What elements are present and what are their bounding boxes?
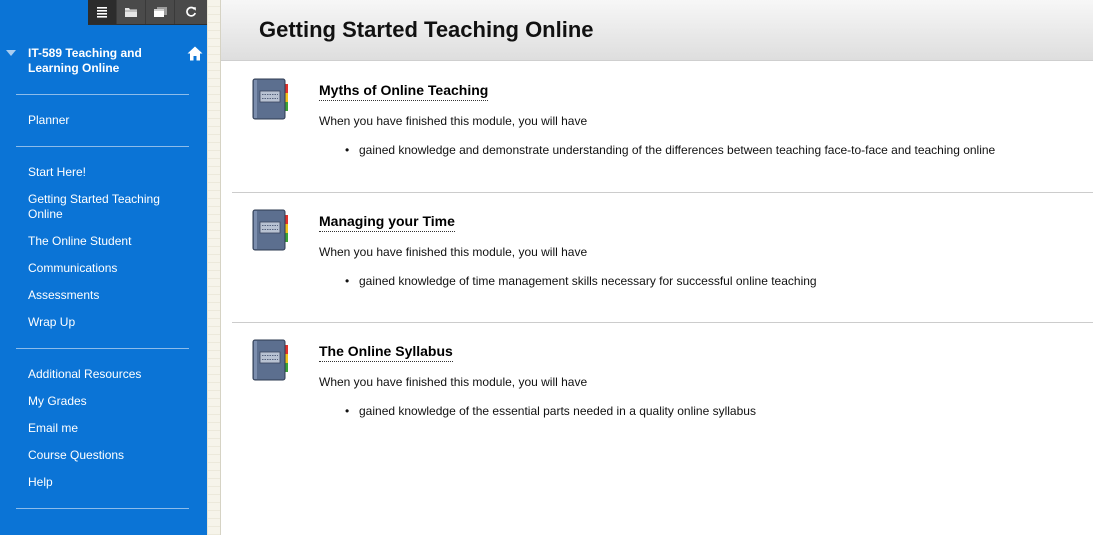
module-objective-text: gained knowledge and demonstrate underst… xyxy=(359,143,996,157)
learning-module-icon xyxy=(252,339,288,381)
module-intro-text: When you have finished this module, you … xyxy=(319,245,588,259)
module-objective-text: gained knowledge of time management skil… xyxy=(359,274,817,288)
folder-view-button[interactable] xyxy=(117,0,146,24)
new-window-button[interactable] xyxy=(146,0,175,24)
menu-item-help[interactable]: Help xyxy=(28,475,193,490)
view-toggle-group xyxy=(88,0,207,25)
new-window-icon xyxy=(153,7,167,17)
menu-item-online-student[interactable]: The Online Student xyxy=(28,234,193,249)
menu-divider xyxy=(16,348,189,349)
module-title-link[interactable]: Managing your Time xyxy=(319,213,455,232)
module-intro-text: When you have finished this module, you … xyxy=(319,375,588,389)
page-title: Getting Started Teaching Online xyxy=(259,17,594,42)
page-header: Getting Started Teaching Online xyxy=(221,0,1093,61)
menu-item-planner[interactable]: Planner xyxy=(28,113,193,128)
menu-item-communications[interactable]: Communications xyxy=(28,261,193,276)
content-area: Getting Started Teaching Online Myths of… xyxy=(221,0,1093,535)
folder-view-icon xyxy=(125,8,137,17)
menu-item-getting-started[interactable]: Getting Started Teaching Online xyxy=(28,192,178,222)
menu-item-start-here[interactable]: Start Here! xyxy=(28,165,193,180)
menu-item-course-questions[interactable]: Course Questions xyxy=(28,448,193,463)
module-intro-text: When you have finished this module, you … xyxy=(319,114,588,128)
menu-divider xyxy=(16,146,189,147)
menu-item-assessments[interactable]: Assessments xyxy=(28,288,193,303)
home-icon[interactable] xyxy=(187,46,203,61)
course-menu-toolbar xyxy=(0,0,207,26)
learning-module-icon xyxy=(252,78,288,120)
menu-item-email-me[interactable]: Email me xyxy=(28,421,193,436)
course-title-row: IT-589 Teaching and Learning Online xyxy=(0,44,207,80)
list-view-button[interactable] xyxy=(88,0,117,24)
menu-divider xyxy=(16,94,189,95)
bullet-icon: • xyxy=(345,143,350,157)
course-title[interactable]: IT-589 Teaching and Learning Online xyxy=(28,46,168,76)
module-title-link[interactable]: Myths of Online Teaching xyxy=(319,82,489,101)
bullet-icon: • xyxy=(345,274,350,288)
collapse-arrow-icon[interactable] xyxy=(6,50,16,56)
bullet-icon: • xyxy=(345,404,350,418)
learning-module-icon xyxy=(252,209,288,251)
module-separator xyxy=(232,192,1093,193)
module-objective-text: gained knowledge of the essential parts … xyxy=(359,404,756,418)
menu-divider xyxy=(16,508,189,509)
list-view-icon xyxy=(97,7,107,18)
refresh-icon xyxy=(186,6,197,17)
refresh-button[interactable] xyxy=(175,0,207,24)
menu-item-wrap-up[interactable]: Wrap Up xyxy=(28,315,193,330)
module-title-link[interactable]: The Online Syllabus xyxy=(319,343,453,362)
menu-item-additional-resources[interactable]: Additional Resources xyxy=(28,367,193,382)
menu-resize-handle[interactable] xyxy=(207,0,221,535)
menu-item-my-grades[interactable]: My Grades xyxy=(28,394,193,409)
module-separator xyxy=(232,322,1093,323)
course-menu: IT-589 Teaching and Learning Online Plan… xyxy=(0,0,207,535)
